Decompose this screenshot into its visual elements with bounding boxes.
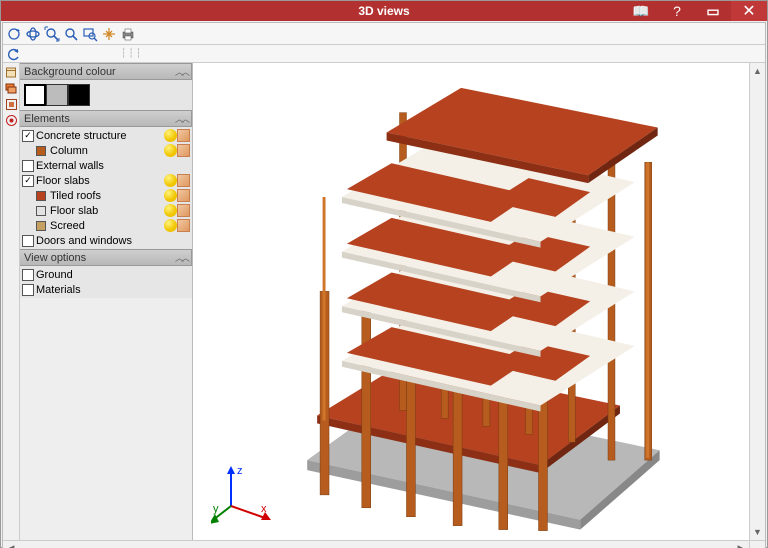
row-label: Screed (50, 220, 164, 232)
scroll-down-icon[interactable]: ▼ (750, 524, 765, 540)
row-label: Concrete structure (36, 130, 164, 142)
zoom-window-icon[interactable] (81, 25, 99, 43)
row-concrete-structure[interactable]: ✓ Concrete structure (20, 128, 192, 143)
elements-tree: ✓ Concrete structure Column External wal… (20, 127, 192, 249)
left-tool-strip (3, 63, 20, 540)
side-panel: Background colour ︿︿ Elements ︿︿ ✓ Concr… (20, 63, 193, 540)
row-label: Doors and windows (36, 235, 190, 247)
color-swatch[interactable] (36, 191, 46, 201)
section-background[interactable]: Background colour ︿︿ (20, 63, 192, 80)
row-label: External walls (36, 160, 190, 172)
grip-icon[interactable]: ┆┆┆ (121, 48, 143, 59)
swatch-white[interactable] (24, 84, 46, 106)
scroll-right-icon[interactable]: ▶ (733, 541, 749, 548)
section-background-label: Background colour (24, 66, 175, 78)
close-button[interactable]: ✕ (731, 1, 767, 21)
main-toolbar (3, 23, 765, 45)
row-tiled-roofs[interactable]: Tiled roofs (20, 188, 192, 203)
row-column[interactable]: Column (20, 143, 192, 158)
row-label: Materials (36, 284, 190, 296)
background-swatches (20, 80, 192, 110)
help-button[interactable]: ? (659, 1, 695, 21)
minimize-button[interactable]: ▭ (695, 1, 731, 21)
checkbox[interactable]: ✓ (22, 130, 34, 142)
cube-icon[interactable] (177, 144, 190, 157)
svg-text:y: y (213, 503, 219, 515)
row-label: Floor slabs (36, 175, 164, 187)
vertical-scrollbar[interactable]: ▲ ▼ (749, 63, 765, 540)
swatch-black[interactable] (68, 84, 90, 106)
secondary-toolbar: ┆┆┆ (3, 45, 765, 63)
layers-icon[interactable] (4, 81, 18, 95)
section-elements-label: Elements (24, 113, 175, 125)
row-label: Ground (36, 269, 190, 281)
titlebar: 3D views 📖 ? ▭ ✕ (1, 1, 767, 21)
view-options-tree: Ground Materials (20, 266, 192, 298)
section-view-options[interactable]: View options ︿︿ (20, 249, 192, 266)
row-label: Column (50, 145, 164, 157)
window-title: 3D views (358, 4, 409, 18)
checkbox[interactable] (22, 284, 34, 296)
chevron-icon: ︿︿ (175, 65, 187, 78)
app-window: 3D views 📖 ? ▭ ✕ (0, 0, 768, 548)
viewport-3d[interactable]: z x y (193, 63, 749, 540)
chevron-icon: ︿︿ (175, 112, 187, 125)
box-b-icon[interactable] (4, 97, 18, 111)
scroll-up-icon[interactable]: ▲ (750, 63, 765, 79)
row-floor-slabs[interactable]: ✓ Floor slabs (20, 173, 192, 188)
color-swatch[interactable] (36, 221, 46, 231)
section-elements[interactable]: Elements ︿︿ (20, 110, 192, 127)
checkbox[interactable]: ✓ (22, 175, 34, 187)
row-floor-slab[interactable]: Floor slab (20, 203, 192, 218)
axis-gizmo: z x y (211, 462, 275, 526)
zoom-icon[interactable] (62, 25, 80, 43)
row-external-walls[interactable]: External walls (20, 158, 192, 173)
chevron-icon: ︿︿ (175, 251, 187, 264)
pan-icon[interactable] (100, 25, 118, 43)
building-3d-model (193, 63, 749, 540)
row-screed[interactable]: Screed (20, 218, 192, 233)
svg-text:z: z (237, 465, 243, 477)
cube-icon[interactable] (177, 219, 190, 232)
cube-icon[interactable] (177, 174, 190, 187)
zoom-all-icon[interactable] (43, 25, 61, 43)
color-swatch[interactable] (36, 146, 46, 156)
section-viewoptions-label: View options (24, 252, 175, 264)
row-doors-windows[interactable]: Doors and windows (20, 233, 192, 248)
swatch-gray[interactable] (46, 84, 68, 106)
checkbox[interactable] (22, 235, 34, 247)
bulb-icon[interactable] (164, 129, 177, 142)
cube-icon[interactable] (177, 204, 190, 217)
bulb-icon[interactable] (164, 219, 177, 232)
target-icon[interactable] (4, 113, 18, 127)
print-icon[interactable] (119, 25, 137, 43)
bulb-icon[interactable] (164, 144, 177, 157)
checkbox[interactable] (22, 269, 34, 281)
svg-text:x: x (261, 503, 267, 515)
orbit-icon[interactable] (24, 25, 42, 43)
cube-icon[interactable] (177, 129, 190, 142)
undo-icon[interactable] (7, 47, 21, 61)
row-materials[interactable]: Materials (20, 282, 192, 297)
bulb-icon[interactable] (164, 204, 177, 217)
row-label: Tiled roofs (50, 190, 164, 202)
bulb-icon[interactable] (164, 189, 177, 202)
row-ground[interactable]: Ground (20, 267, 192, 282)
content-area: ┆┆┆ Background col (2, 22, 766, 548)
rotate-icon[interactable] (5, 25, 23, 43)
cube-icon[interactable] (177, 189, 190, 202)
scroll-left-icon[interactable]: ◀ (3, 541, 19, 548)
checkbox[interactable] (22, 160, 34, 172)
row-label: Floor slab (50, 205, 164, 217)
color-swatch[interactable] (36, 206, 46, 216)
horizontal-scrollbar[interactable]: ◀ ▶ (3, 540, 765, 548)
help-book-icon[interactable]: 📖 (623, 1, 659, 21)
box-icon[interactable] (4, 65, 18, 79)
bulb-icon[interactable] (164, 174, 177, 187)
